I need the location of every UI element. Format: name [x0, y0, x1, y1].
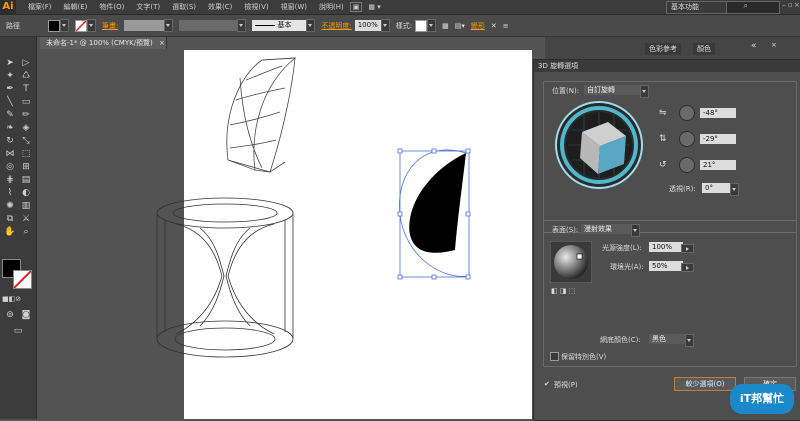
- wireframe-hourglass: [156, 197, 294, 358]
- watermark-logo: iT邦幫忙: [730, 384, 794, 414]
- position-dropdown[interactable]: 自訂旋轉: [584, 85, 649, 98]
- z-angle-field[interactable]: 21°: [700, 160, 736, 170]
- y-angle-field[interactable]: -29°: [700, 134, 736, 144]
- preserve-spot-label: 保留特別色(V): [561, 353, 607, 361]
- tab-color-guide[interactable]: 色彩參考: [645, 43, 681, 55]
- x-axis-icon: ⇋: [659, 108, 667, 118]
- y-axis-icon: ⇅: [659, 134, 667, 144]
- ambient-light-field[interactable]: 50%: [649, 261, 694, 274]
- light-intensity-value: 100%: [649, 242, 683, 252]
- shading-color-value: 黑色: [649, 334, 685, 344]
- position-label: 位置(N):: [552, 87, 580, 95]
- ambient-light-value: 50%: [649, 261, 683, 271]
- preview-label: 預視(P): [554, 381, 578, 389]
- ambient-light-label: 環境光(A):: [610, 263, 644, 271]
- dialog-title: 3D 旋轉選項: [534, 60, 800, 72]
- preview-checkbox[interactable]: ✔: [544, 380, 550, 388]
- surface-dropdown[interactable]: 漫射效果: [581, 224, 640, 237]
- y-angle-knob[interactable]: [679, 131, 695, 147]
- shading-color-dropdown[interactable]: 黑色: [649, 334, 694, 347]
- panel-close-icon[interactable]: ×: [771, 41, 777, 49]
- preserve-spot-checkbox[interactable]: [550, 352, 559, 361]
- perspective-field[interactable]: 0°: [702, 183, 739, 196]
- light-controls-icon[interactable]: ◧ ◨ ⬚: [551, 287, 575, 295]
- z-axis-icon: ↺: [659, 160, 667, 170]
- 3d-rotation-cube-icon[interactable]: [554, 100, 644, 190]
- position-value: 自訂旋轉: [584, 85, 640, 95]
- collapse-panels-icon[interactable]: «: [751, 41, 757, 51]
- x-angle-knob[interactable]: [679, 105, 695, 121]
- fewer-options-button[interactable]: 較少選項(O): [674, 377, 736, 391]
- selected-shape: [397, 148, 471, 280]
- shading-color-label: 網底顏色(C):: [600, 336, 641, 344]
- surface-value: 漫射效果: [581, 224, 631, 234]
- perspective-label: 透視(R):: [669, 185, 696, 193]
- light-intensity-field[interactable]: 100%: [649, 242, 694, 255]
- 3d-rotate-options-dialog: 3D 旋轉選項 位置(N): 自訂旋轉 ⇋ -48° ⇅ -29° ↺ 21° …: [533, 59, 800, 421]
- x-angle-field[interactable]: -48°: [700, 108, 736, 118]
- z-angle-knob[interactable]: [679, 157, 695, 173]
- light-intensity-label: 光源強度(L):: [602, 244, 642, 252]
- tab-color[interactable]: 顏色: [693, 43, 715, 55]
- wireframe-crescent: [226, 57, 297, 173]
- perspective-value: 0°: [702, 183, 730, 193]
- surface-label: 表面(S):: [552, 226, 579, 234]
- lighting-sphere-icon[interactable]: [550, 241, 592, 283]
- panel-dock: 色彩參考 顏色 « ×: [545, 37, 800, 59]
